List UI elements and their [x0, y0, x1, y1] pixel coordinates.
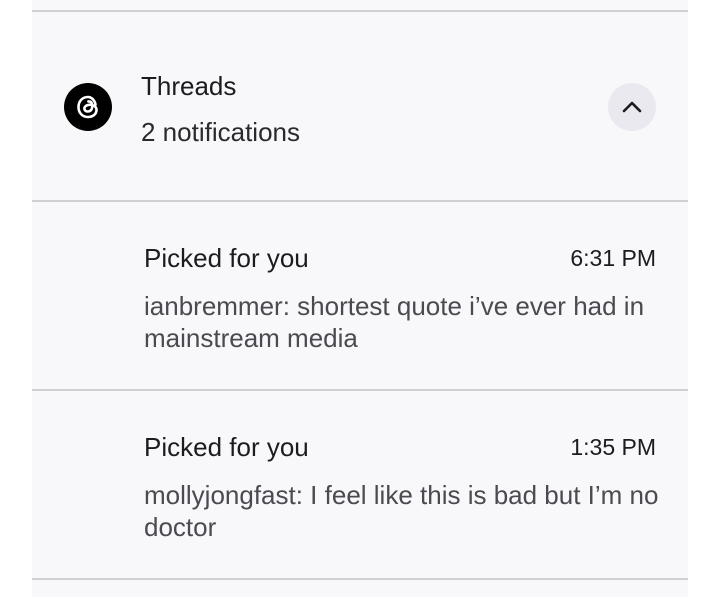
notification-count: 2 notifications — [141, 117, 300, 147]
threads-logo-icon — [64, 83, 112, 131]
notification-body: ianbremmer: shortest quote i’ve ever had… — [144, 291, 645, 353]
notification-item[interactable]: Picked for you 1:35 PM mollyjongfast: I … — [32, 391, 688, 579]
notification-title: Picked for you — [144, 243, 309, 273]
collapse-button[interactable] — [608, 83, 656, 131]
app-name: Threads — [141, 71, 237, 101]
notification-time: 6:31 PM — [570, 245, 656, 271]
bottom-divider — [32, 578, 688, 580]
notification-item[interactable]: Picked for you 6:31 PM ianbremmer: short… — [32, 202, 688, 390]
top-divider — [32, 10, 688, 12]
notification-panel: Threads 2 notifications Picked for you 6… — [32, 0, 688, 597]
notification-time: 1:35 PM — [570, 434, 656, 460]
notification-title: Picked for you — [144, 432, 309, 462]
chevron-up-icon — [618, 93, 646, 121]
notification-body: mollyjongfast: I feel like this is bad b… — [144, 480, 659, 542]
